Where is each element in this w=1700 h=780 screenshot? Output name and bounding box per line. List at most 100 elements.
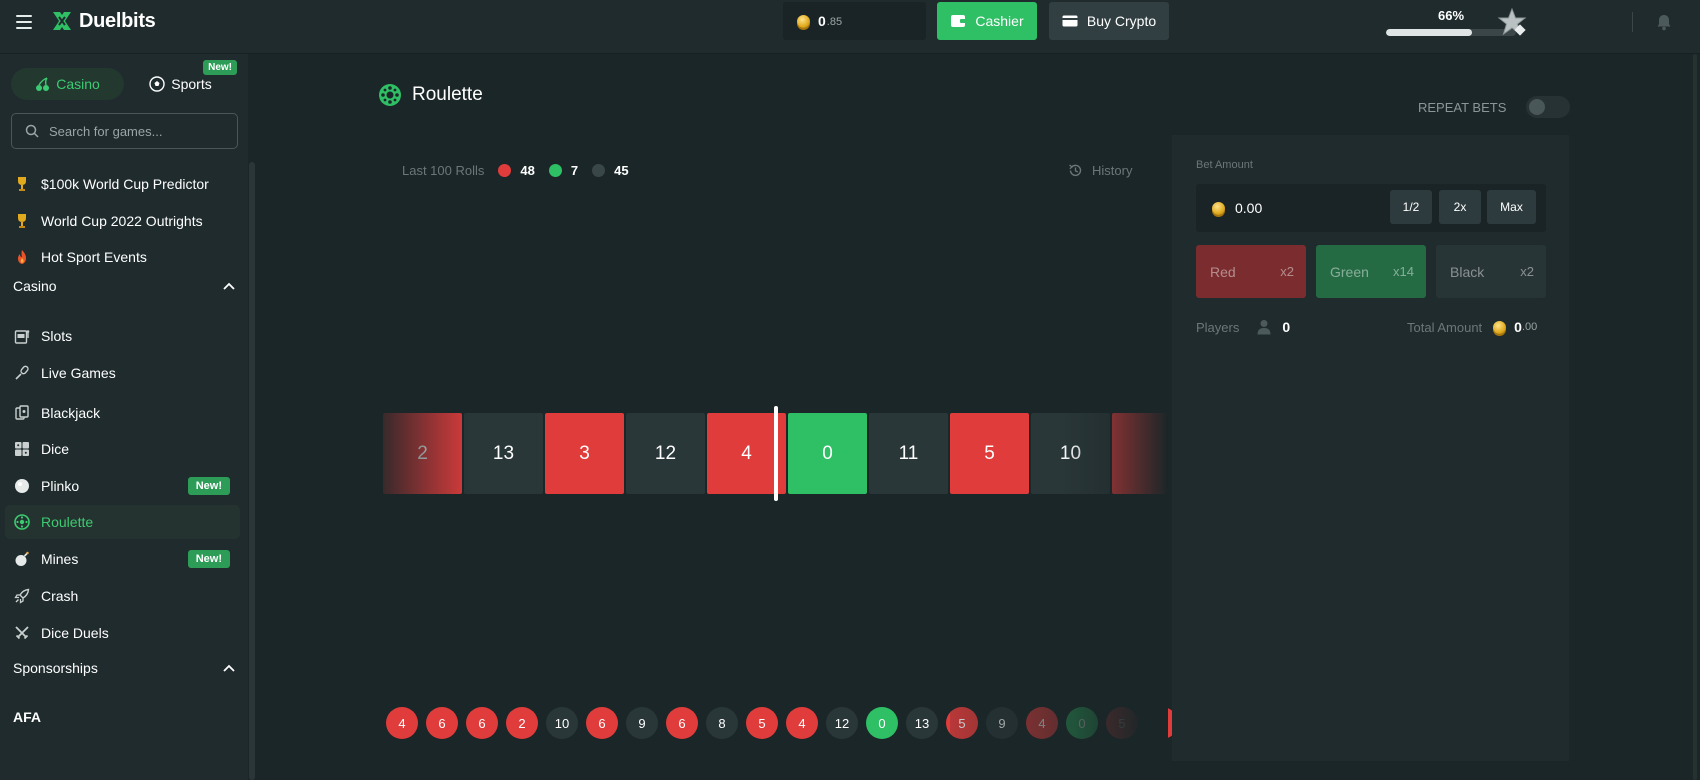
page-scrollbar[interactable] xyxy=(1693,54,1697,780)
sponsorships-section-header[interactable]: Sponsorships xyxy=(13,660,235,676)
recent-result-chip: 4 xyxy=(386,707,418,739)
sidebar-item-afa[interactable]: AFA xyxy=(5,700,240,734)
recent-result-chip: 4 xyxy=(1026,707,1058,739)
recent-result-chip: 9 xyxy=(986,707,1018,739)
recent-result-chip: 6 xyxy=(666,707,698,739)
repeat-bets-toggle[interactable] xyxy=(1526,96,1571,118)
sidebar-item-label: Dice Duels xyxy=(41,625,109,641)
section-title: Casino xyxy=(13,278,57,294)
half-bet-button[interactable]: 1/2 xyxy=(1390,190,1432,224)
recent-result-chip: 5 xyxy=(746,707,778,739)
sidebar-item-dice[interactable]: Dice xyxy=(5,432,240,466)
history-label: History xyxy=(1092,163,1133,178)
bet-black-label: Black xyxy=(1450,263,1485,280)
sidebar-item-plinko[interactable]: Plinko New! xyxy=(5,469,240,503)
user-icon xyxy=(1257,320,1271,335)
bet-amount-label: Bet Amount xyxy=(1196,159,1253,171)
recent-result-chip: 5 xyxy=(946,707,978,739)
players-stat: Players 0 xyxy=(1196,319,1290,335)
sidebar-item-hot-sport-events[interactable]: Hot Sport Events xyxy=(5,240,240,274)
total-amount-label: Total Amount xyxy=(1407,319,1483,335)
sidebar-item-world-cup-predictor[interactable]: $100k World Cup Predictor xyxy=(5,167,240,201)
max-bet-button[interactable]: Max xyxy=(1487,190,1536,224)
xp-progress-fill xyxy=(1386,29,1472,36)
roulette-icon xyxy=(379,84,401,106)
roulette-tile: 10 xyxy=(1031,413,1110,494)
sidebar-item-roulette[interactable]: Roulette xyxy=(5,505,240,539)
recent-result-chip: 6 xyxy=(466,707,498,739)
bet-green-label: Green xyxy=(1330,263,1369,280)
repeat-bets: REPEAT BETS xyxy=(1418,96,1571,118)
sidebar-scrollbar[interactable] xyxy=(249,162,255,780)
recent-result-chip: 9 xyxy=(626,707,658,739)
bell-icon[interactable] xyxy=(1655,13,1673,31)
balance-decimal: .85 xyxy=(826,16,843,28)
last-rolls-stats: Last 100 Rolls 48 7 45 xyxy=(402,163,629,178)
new-badge: New! xyxy=(203,60,237,75)
casino-section-header[interactable]: Casino xyxy=(13,278,235,294)
search-box[interactable] xyxy=(11,113,238,149)
green-dot-icon xyxy=(548,164,562,177)
total-amount-decimal: .00 xyxy=(1521,321,1538,333)
history-icon xyxy=(1069,164,1082,177)
search-icon xyxy=(25,124,39,138)
bet-black-button[interactable]: Black x2 xyxy=(1436,245,1546,298)
plinko-ball-icon xyxy=(13,477,31,495)
recent-result-chip: 4 xyxy=(786,707,818,739)
recent-result-chip: 5 xyxy=(1106,707,1138,739)
sidebar-item-world-cup-outrights[interactable]: World Cup 2022 Outrights xyxy=(5,204,240,238)
total-amount-value: 0 xyxy=(1514,319,1522,335)
roulette-tile: 12 xyxy=(626,413,705,494)
sidebar-item-dice-duels[interactable]: Dice Duels xyxy=(5,616,240,650)
sidebar-item-label: Plinko xyxy=(41,478,80,494)
roulette-tile: 5 xyxy=(950,413,1029,494)
recent-result-chip: 6 xyxy=(586,707,618,739)
sidebar-item-label: World Cup 2022 Outrights xyxy=(41,213,203,229)
roulette-tile: 2 xyxy=(383,413,462,494)
balance-display[interactable]: 0 .85 xyxy=(783,2,926,40)
black-dot-icon xyxy=(592,164,606,177)
coin-icon xyxy=(1212,201,1225,215)
logo-text: Duelbits xyxy=(79,9,156,32)
rank-star-icon[interactable] xyxy=(1497,7,1527,37)
bet-red-label: Red xyxy=(1210,263,1236,280)
roulette-tile: 11 xyxy=(869,413,948,494)
menu-icon[interactable] xyxy=(16,15,32,29)
microphone-icon xyxy=(13,364,31,382)
balance-value: 0 xyxy=(818,13,826,29)
bet-amount-value: 0.00 xyxy=(1235,200,1263,216)
last-rolls-label: Last 100 Rolls xyxy=(402,163,485,178)
players-label: Players xyxy=(1196,319,1240,335)
sidebar-item-blackjack[interactable]: Blackjack xyxy=(5,396,240,430)
cashier-button[interactable]: Cashier xyxy=(937,2,1037,40)
logo[interactable]: Duelbits xyxy=(50,9,156,33)
black-count: 45 xyxy=(614,163,629,178)
sidebar-item-slots[interactable]: Slots xyxy=(5,319,240,353)
new-badge: New! xyxy=(187,550,230,568)
sidebar-item-live-games[interactable]: Live Games xyxy=(5,356,240,390)
coin-icon xyxy=(797,14,810,28)
recent-result-chip: 0 xyxy=(866,707,898,739)
sidebar-item-mines[interactable]: Mines New! xyxy=(5,542,240,576)
bet-red-multiplier: x2 xyxy=(1280,264,1294,279)
sidebar: Casino Sports New! $100k World Cup Predi… xyxy=(0,54,248,780)
roulette-tile: 13 xyxy=(464,413,543,494)
recent-result-chip: 0 xyxy=(1066,707,1098,739)
buy-crypto-button[interactable]: Buy Crypto xyxy=(1049,2,1169,40)
double-bet-button[interactable]: 2x xyxy=(1439,190,1481,224)
bet-green-button[interactable]: Green x14 xyxy=(1316,245,1426,298)
sidebar-item-crash[interactable]: Crash xyxy=(5,579,240,613)
tab-casino[interactable]: Casino xyxy=(11,68,124,100)
top-bar: Duelbits 0 .85 Cashier Buy Crypto 66% xyxy=(0,0,1700,54)
tab-casino-label: Casino xyxy=(56,76,100,92)
red-dot-icon xyxy=(498,164,512,177)
green-count: 7 xyxy=(570,163,579,178)
sidebar-item-label: Roulette xyxy=(41,514,94,530)
page-title: Roulette xyxy=(378,83,483,107)
card-icon xyxy=(1062,15,1078,27)
recent-result-chip: 13 xyxy=(906,707,938,739)
rocket-icon xyxy=(13,587,31,605)
history-button[interactable]: History xyxy=(1068,163,1132,178)
search-input[interactable] xyxy=(49,123,219,139)
bet-red-button[interactable]: Red x2 xyxy=(1196,245,1306,298)
